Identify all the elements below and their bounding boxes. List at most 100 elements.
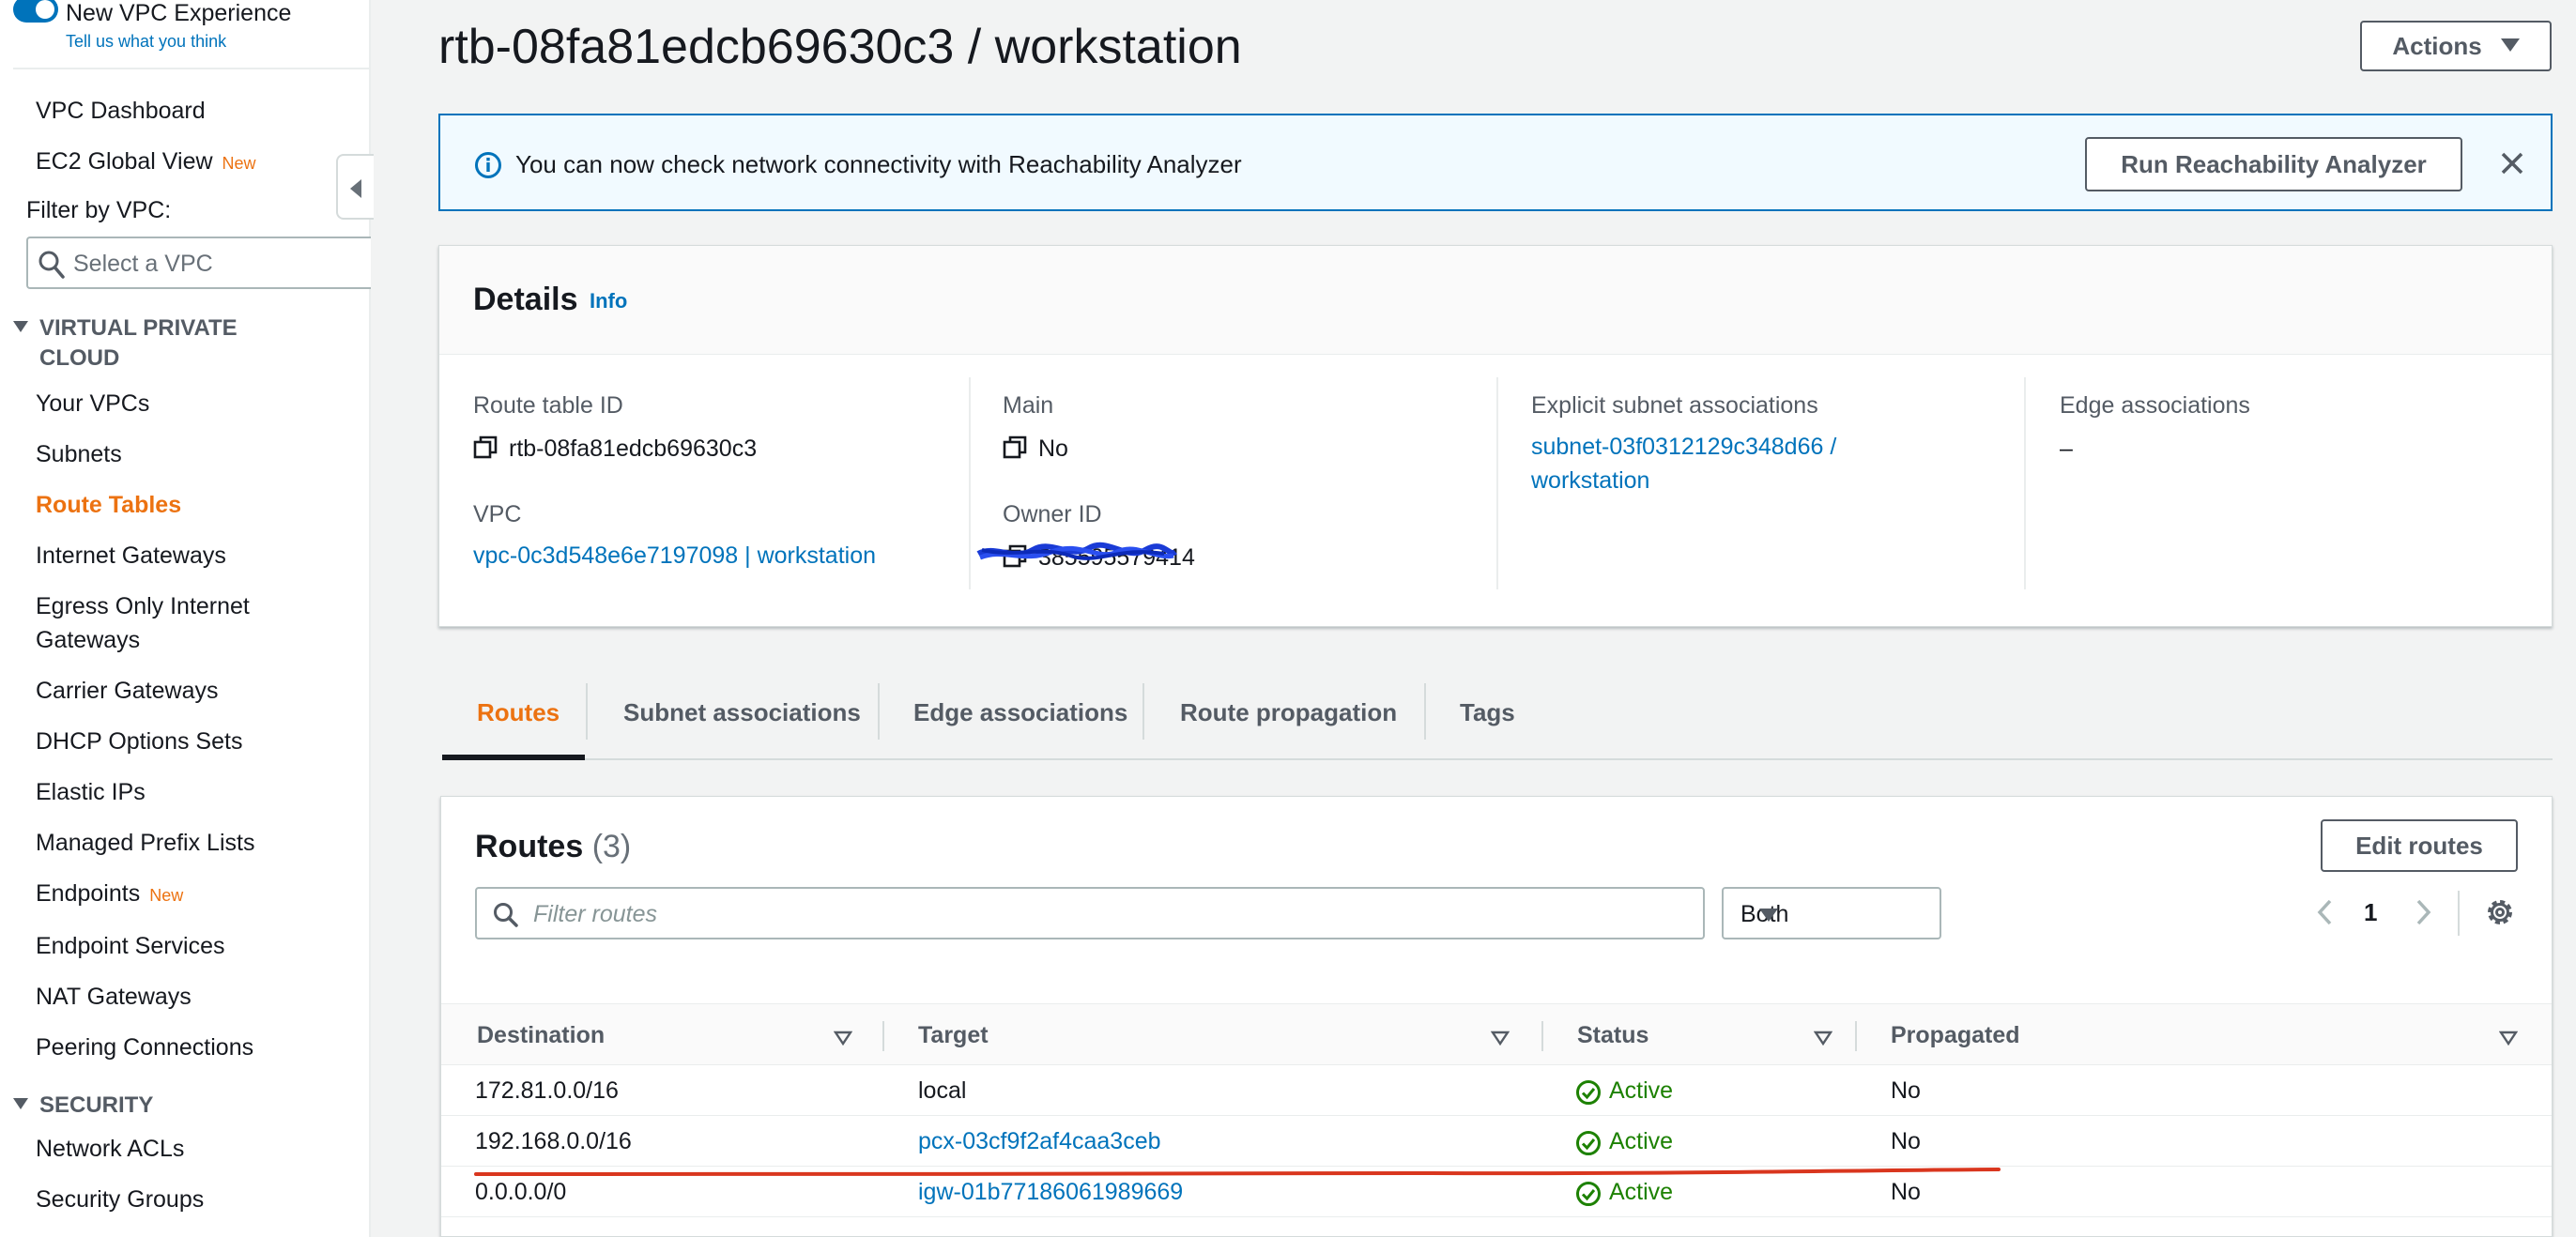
sidebar-item-peering-connections[interactable]: Peering Connections (36, 1031, 253, 1064)
check-circle-icon (1576, 1080, 1601, 1105)
edit-routes-button[interactable]: Edit routes (2321, 819, 2518, 872)
main-value: No (1038, 435, 1068, 462)
sidebar-item-internet-gateways[interactable]: Internet Gateways (36, 539, 226, 573)
sort-icon[interactable] (1814, 1031, 1832, 1046)
sidebar-item-security-groups[interactable]: Security Groups (36, 1183, 204, 1216)
search-icon (494, 903, 518, 927)
explicit-subnet-associations-label: Explicit subnet associations (1531, 392, 1818, 419)
details-column-divider (2024, 377, 2026, 589)
filter-by-vpc-label: Filter by VPC: (26, 197, 172, 223)
destination-cell: 172.81.0.0/16 (475, 1077, 619, 1104)
column-divider (882, 1021, 884, 1051)
tab-divider (1142, 683, 1144, 740)
filter-routes-input[interactable]: Filter routes (475, 887, 1705, 939)
vpc-link[interactable]: vpc-0c3d548e6e7197098 | workstation (473, 539, 876, 573)
sidebar-item-ec2-global-view[interactable]: EC2 Global View New (36, 145, 256, 180)
tab-divider (1424, 683, 1426, 740)
tab-subnet-associations[interactable]: Subnet associations (623, 698, 861, 727)
tab-divider (586, 683, 588, 740)
new-badge: New (222, 154, 256, 173)
details-column-divider (1496, 377, 1498, 589)
copy-icon[interactable] (1003, 435, 1027, 460)
sidebar-item-your-vpcs[interactable]: Your VPCs (36, 387, 149, 420)
sort-icon[interactable] (1491, 1031, 1510, 1046)
collapse-sidebar-button[interactable] (336, 154, 374, 220)
column-propagated[interactable]: Propagated (1891, 1022, 2020, 1049)
routes-title: Routes (3) (475, 829, 632, 864)
route-table-id-label: Route table ID (473, 392, 623, 419)
new-vpc-experience-toggle[interactable] (13, 0, 58, 23)
chevron-right-icon[interactable] (2413, 898, 2433, 926)
sort-icon[interactable] (834, 1031, 852, 1046)
close-icon[interactable] (2498, 149, 2526, 177)
sidebar-item-endpoint-services[interactable]: Endpoint Services (36, 929, 225, 963)
tab-routes[interactable]: Routes (477, 698, 560, 727)
sidebar-item-endpoints[interactable]: Endpoints New (36, 877, 183, 912)
tab-tags[interactable]: Tags (1460, 698, 1515, 727)
route-table-id-value: rtb-08fa81edcb69630c3 (509, 435, 758, 462)
target-link[interactable]: pcx-03cf9f2af4caa3ceb (918, 1128, 1161, 1155)
run-reachability-analyzer-button[interactable]: Run Reachability Analyzer (2085, 137, 2462, 191)
propagated-cell: No (1891, 1128, 1921, 1154)
status-cell: Active (1576, 1179, 1673, 1206)
check-circle-icon (1576, 1131, 1601, 1155)
route-type-select[interactable]: Both (1722, 887, 1941, 939)
sidebar-item-subnets[interactable]: Subnets (36, 437, 122, 471)
propagated-cell: No (1891, 1179, 1921, 1205)
info-link[interactable]: Info (590, 289, 627, 313)
page-title: rtb-08fa81edcb69630c3 / workstation (438, 20, 1242, 74)
active-tab-indicator (442, 755, 585, 760)
destination-cell: 192.168.0.0/16 (475, 1128, 632, 1154)
chevron-left-icon[interactable] (2315, 898, 2336, 926)
details-title: Details (473, 282, 578, 317)
column-divider (1541, 1021, 1543, 1051)
banner-message: You can now check network connectivity w… (515, 150, 1242, 178)
tab-bar: Routes Subnet associations Edge associat… (442, 676, 2553, 760)
sidebar-item-nat-gateways[interactable]: NAT Gateways (36, 980, 192, 1014)
check-circle-icon (1576, 1182, 1601, 1206)
search-icon (38, 251, 65, 279)
column-destination[interactable]: Destination (477, 1022, 605, 1049)
sidebar-item-elastic-ips[interactable]: Elastic IPs (36, 775, 146, 809)
status-cell: Active (1576, 1077, 1673, 1105)
sidebar-item-managed-prefix-lists[interactable]: Managed Prefix Lists (36, 826, 254, 860)
pager-divider (2458, 891, 2460, 936)
new-badge: New (149, 886, 184, 905)
sort-icon[interactable] (2499, 1031, 2518, 1046)
subnet-association-link-line2[interactable]: workstation (1531, 464, 1649, 497)
new-vpc-experience-label: New VPC Experience (66, 0, 292, 26)
details-header: Details Info (439, 246, 2552, 355)
edge-associations-label: Edge associations (2060, 392, 2250, 419)
tab-edge-associations[interactable]: Edge associations (913, 698, 1127, 727)
sidebar-item-network-acls[interactable]: Network ACLs (36, 1132, 184, 1166)
target-cell: local (918, 1077, 967, 1104)
tab-divider (878, 683, 880, 740)
caret-down-icon (13, 1098, 28, 1109)
sidebar-item-carrier-gateways[interactable]: Carrier Gateways (36, 674, 219, 708)
sidebar-item-egress-only-internet-gateways[interactable]: Egress Only Internet (36, 589, 250, 623)
destination-cell: 0.0.0.0/0 (475, 1179, 567, 1205)
table-row[interactable]: 192.168.0.0/16 pcx-03cf9f2af4caa3ceb Act… (441, 1116, 2552, 1167)
column-status[interactable]: Status (1577, 1022, 1648, 1049)
sidebar-item-vpc-dashboard[interactable]: VPC Dashboard (36, 94, 206, 128)
sidebar: New VPC Experience Tell us what you thin… (0, 0, 371, 1237)
section-virtual-private-cloud[interactable]: VIRTUAL PRIVATE (13, 313, 238, 344)
routes-table-header: Destination Target Status Propagated (441, 1003, 2552, 1065)
actions-button[interactable]: Actions (2360, 21, 2552, 71)
gear-icon[interactable] (2484, 896, 2516, 928)
sidebar-item-egress-only-internet-gateways-line2[interactable]: Gateways (36, 623, 140, 657)
subnet-association-link[interactable]: subnet-03f0312129c348d66 / (1531, 430, 1836, 464)
column-target[interactable]: Target (918, 1022, 989, 1049)
vpc-filter-select[interactable]: Select a VPC (26, 237, 371, 289)
section-security[interactable]: SECURITY (13, 1091, 153, 1121)
copy-icon[interactable] (473, 435, 498, 460)
feedback-link[interactable]: Tell us what you think (66, 32, 226, 52)
sidebar-item-dhcp-options-sets[interactable]: DHCP Options Sets (36, 725, 242, 758)
table-row[interactable]: 172.81.0.0/16 local Active No (441, 1065, 2552, 1116)
tab-route-propagation[interactable]: Route propagation (1180, 698, 1397, 727)
caret-down-icon (13, 321, 28, 332)
target-link[interactable]: igw-01b77186061989669 (918, 1179, 1183, 1206)
sidebar-item-route-tables[interactable]: Route Tables (36, 488, 181, 522)
current-page[interactable]: 1 (2364, 898, 2377, 927)
propagated-cell: No (1891, 1077, 1921, 1104)
